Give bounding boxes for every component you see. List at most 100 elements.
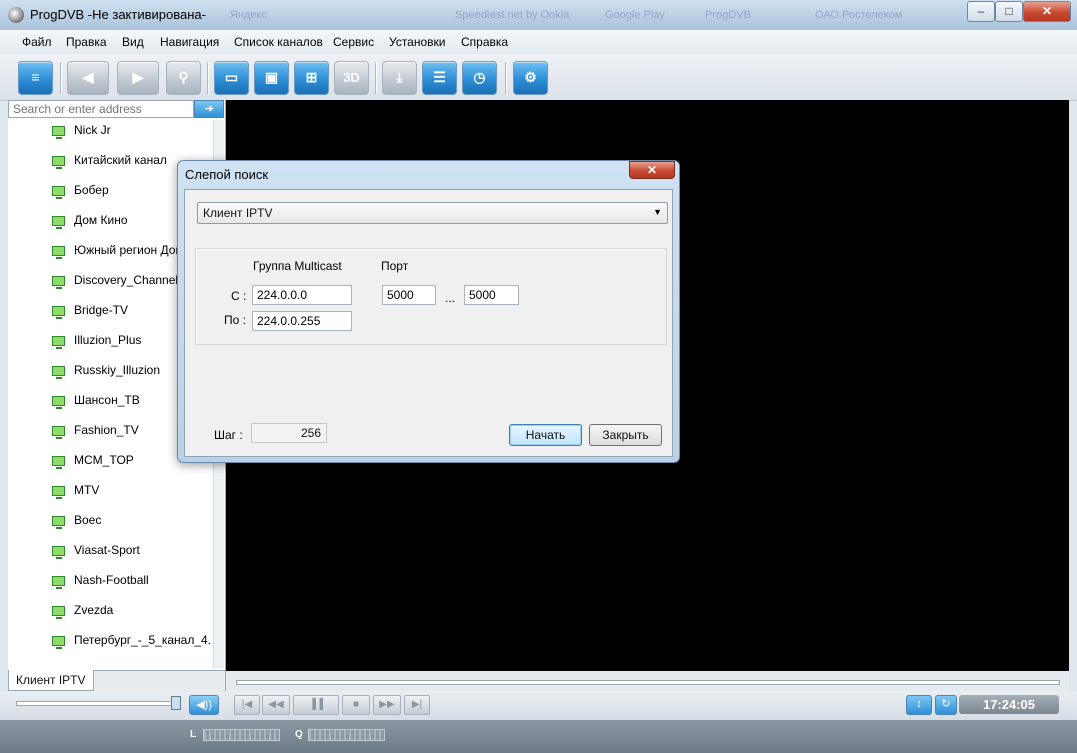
from-address-input[interactable] — [252, 285, 352, 305]
prev-channel-button[interactable]: |◀ — [234, 695, 260, 715]
channel-label: Russkiy_Illuzion — [74, 363, 161, 377]
channel-label: Discovery_Channel — [74, 273, 179, 287]
background-tab: Яндекс — [230, 9, 267, 21]
next-channel-button[interactable]: ▶| — [404, 695, 430, 715]
channel-label: Viasat-Sport — [74, 543, 140, 557]
channel-label: MCM_TOP — [74, 453, 134, 467]
port-from-input[interactable] — [382, 285, 436, 305]
menu-navigation[interactable]: Навигация — [160, 35, 219, 49]
tv-icon — [52, 426, 65, 439]
close-window-button[interactable]: ✕ — [1023, 1, 1071, 22]
stop-button[interactable]: ■ — [342, 695, 370, 715]
multi-window-button[interactable]: ▣ — [254, 61, 289, 95]
source-type-select[interactable]: Клиент IPTV ▼ — [197, 202, 668, 224]
tv-icon — [52, 246, 65, 259]
port-header: Порт — [381, 259, 409, 273]
volume-slider-knob[interactable] — [171, 696, 181, 710]
fast-forward-button[interactable]: ▶▶ — [373, 695, 401, 715]
dialog-title: Слепой поиск — [185, 167, 269, 182]
toolbar-separator — [207, 62, 209, 94]
epg-button[interactable]: ☰ — [422, 61, 457, 95]
channel-label: Fashion_TV — [74, 423, 139, 437]
channel-label: Бобер — [74, 183, 109, 197]
settings-button[interactable]: ⚙ — [513, 61, 548, 95]
forward-button[interactable]: ▶ — [117, 61, 159, 95]
toolbar-separator — [375, 62, 377, 94]
channel-label: Nash-Football — [74, 573, 149, 587]
back-button[interactable]: ◀ — [67, 61, 109, 95]
grid-view-button[interactable]: ⊞ — [294, 61, 329, 95]
source-type-value: Клиент IPTV — [203, 206, 273, 220]
menu-view[interactable]: Вид — [122, 35, 144, 49]
background-tab: ProgDVB — [705, 9, 751, 21]
to-address-input[interactable] — [252, 311, 352, 331]
tv-icon — [52, 576, 65, 589]
playback-bar: ◀)) |◀ ◀◀ ▐▐ ■ ▶▶ ▶| ↕ ↻ 17:24:05 — [0, 691, 1077, 720]
single-window-icon: ▭ — [224, 69, 239, 85]
mute-button[interactable]: ◀)) — [189, 695, 219, 715]
menu-service[interactable]: Сервис — [333, 35, 374, 49]
dialog-close-button[interactable]: ✕ — [629, 161, 675, 179]
blind-search-dialog: Слепой поиск ✕ Клиент IPTV ▼ Группа Mult… — [177, 160, 680, 463]
toolbar-separator — [60, 62, 62, 94]
port-range-separator: ... — [445, 291, 456, 305]
equalizer-button[interactable]: ↕ — [906, 695, 932, 715]
loop-button[interactable]: ↻ — [935, 695, 957, 715]
tv-icon — [52, 486, 65, 499]
channel-list-button[interactable]: ≡ — [18, 61, 53, 95]
maximize-button[interactable]: □ — [995, 1, 1023, 22]
tv-icon — [52, 516, 65, 529]
channel-label: Дом Кино — [74, 213, 128, 227]
tv-icon — [52, 156, 65, 169]
left-level-meter: L — [190, 725, 282, 745]
rewind-button[interactable]: ◀◀ — [262, 695, 290, 715]
tv-icon — [52, 396, 65, 409]
quality-level-meter: Q — [295, 725, 387, 745]
seek-slider[interactable] — [236, 680, 1060, 685]
level-bar — [203, 729, 280, 741]
tv-icon — [52, 366, 65, 379]
dialog-body: Клиент IPTV ▼ Группа Multicast Порт С : … — [184, 189, 673, 457]
single-window-button[interactable]: ▭ — [214, 61, 249, 95]
pause-button[interactable]: ▐▐ — [293, 695, 339, 715]
3d-button[interactable]: 3D — [334, 61, 369, 95]
toolbar: ≡ ◀ ▶ ⚲ ▭ ▣ ⊞ 3D ⤓ ☰ ◷ ⚙ — [0, 54, 1077, 101]
window-title: ProgDVB -Не зактивирована- — [30, 7, 206, 22]
channel-label: Шансон_ТВ — [74, 393, 140, 407]
title-bar: ProgDVB -Не зактивирована- Яндекс Speedt… — [0, 0, 1077, 31]
app-logo-icon — [8, 7, 24, 23]
search-input[interactable] — [8, 100, 194, 118]
record-button[interactable]: ⤓ — [382, 61, 417, 95]
step-label: Шаг : — [214, 428, 243, 442]
back-arrow-icon: ◀ — [82, 69, 94, 85]
menu-edit[interactable]: Правка — [66, 35, 107, 49]
scheduler-button[interactable]: ◷ — [462, 61, 497, 95]
menu-channel-list[interactable]: Список каналов — [234, 35, 323, 49]
menu-bar: Файл Правка Вид Навигация Список каналов… — [0, 30, 1077, 54]
scheduler-clock-icon: ◷ — [473, 69, 486, 85]
tab-iptv-client[interactable]: Клиент IPTV — [8, 670, 94, 691]
menu-file[interactable]: Файл — [22, 35, 52, 49]
channel-label: Nick Jr — [74, 123, 111, 137]
port-to-input[interactable] — [464, 285, 519, 305]
channel-label: Zvezda — [74, 603, 114, 617]
search-button[interactable]: ⚲ — [166, 61, 201, 95]
tv-icon — [52, 606, 65, 619]
volume-slider[interactable] — [16, 701, 178, 706]
close-button[interactable]: Закрыть — [589, 424, 662, 446]
multi-window-icon: ▣ — [264, 69, 279, 85]
menu-settings[interactable]: Установки — [389, 35, 445, 49]
tv-icon — [52, 276, 65, 289]
channel-list-icon: ≡ — [31, 69, 40, 85]
channel-label: Китайский канал — [74, 153, 167, 167]
search-go-button[interactable]: ➔ — [194, 100, 224, 118]
step-value: 256 — [251, 423, 327, 443]
level-strip: L Q — [0, 720, 1077, 753]
record-icon: ⤓ — [396, 69, 403, 85]
epg-list-icon: ☰ — [433, 69, 446, 85]
menu-help[interactable]: Справка — [461, 35, 508, 49]
multicast-group-header: Группа Multicast — [253, 259, 342, 273]
start-button[interactable]: Начать — [509, 424, 582, 446]
background-tab: Speedtest.net by Ookla — [455, 9, 570, 21]
minimize-button[interactable]: – — [967, 1, 995, 22]
